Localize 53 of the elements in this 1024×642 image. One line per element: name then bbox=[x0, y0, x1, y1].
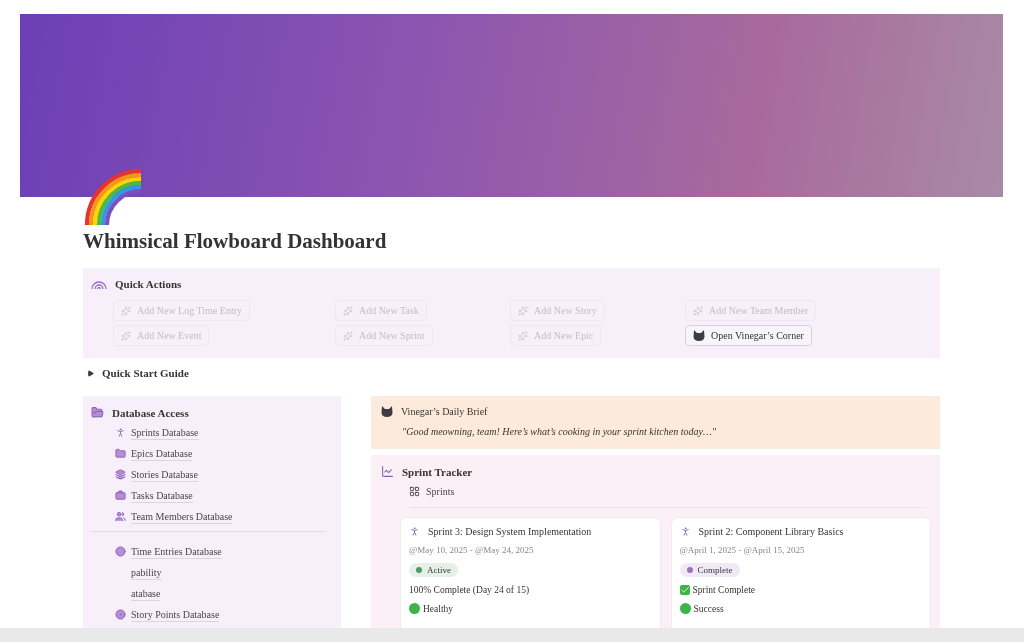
sparkle-icon bbox=[343, 330, 353, 341]
date-range: @April 1, 2025 - @April 15, 2025 bbox=[679, 545, 806, 555]
status-tag: Active bbox=[409, 563, 458, 577]
toggle-heading[interactable]: Quick Start Guide bbox=[83, 362, 940, 384]
sparkle-icon bbox=[121, 305, 131, 316]
triangle-icon bbox=[87, 369, 94, 377]
card-title[interactable]: Sprint 3: Design System Implementation bbox=[409, 526, 652, 537]
progress-text: Sprint Complete bbox=[692, 585, 756, 595]
status-circle-icon bbox=[679, 603, 691, 614]
database-icon bbox=[115, 469, 126, 480]
database-link[interactable]: pability bbox=[115, 562, 333, 583]
chart-icon bbox=[381, 465, 394, 478]
database-link[interactable]: Story Points Database bbox=[115, 604, 333, 625]
section-title: Database Access bbox=[112, 406, 189, 419]
rainbow-arc-icon bbox=[91, 279, 107, 289]
action-button[interactable]: Open Vinegar’s Corner bbox=[685, 325, 812, 346]
callout-title: Vinegar’s Daily Brief bbox=[401, 406, 488, 417]
cat-icon bbox=[693, 330, 705, 341]
database-link[interactable]: atabase bbox=[115, 583, 333, 604]
database-link[interactable]: Tasks Database bbox=[115, 485, 333, 506]
sparkle-icon bbox=[693, 305, 703, 316]
database-icon bbox=[115, 609, 126, 620]
sparkle-icon bbox=[518, 330, 528, 341]
progress-text: 100% Complete (Day 24 of 15) bbox=[409, 585, 530, 595]
sparkle-icon bbox=[121, 330, 131, 341]
database-icon bbox=[115, 546, 126, 557]
gallery-icon bbox=[409, 486, 420, 497]
health-text: Success bbox=[693, 603, 724, 614]
view-tab[interactable]: Sprints bbox=[409, 486, 455, 497]
database-link[interactable]: Team Members Database bbox=[115, 506, 333, 527]
date-range: @May 10, 2025 - @May 24, 2025 bbox=[409, 545, 535, 555]
database-link[interactable]: Sprints Database bbox=[115, 422, 333, 443]
status-tag: Complete bbox=[679, 563, 740, 577]
section-title: Sprint Tracker bbox=[402, 465, 473, 478]
database-link[interactable]: Epics Database bbox=[115, 443, 333, 464]
sparkle-icon bbox=[343, 305, 353, 316]
sprint-card[interactable]: Sprint 2: Component Library Basics @April 1, 2025 - @April 15, 2025 Complete Sprint Complete Success bbox=[671, 518, 930, 628]
health-text: Healthy bbox=[423, 603, 454, 614]
database-icon bbox=[115, 427, 126, 438]
folder-icon bbox=[91, 406, 104, 419]
page-title: Whimsical Flowboard Dashboard bbox=[83, 229, 388, 254]
database-link[interactable]: Time Entries Database bbox=[115, 541, 333, 562]
status-circle-icon bbox=[409, 603, 420, 614]
quote-text: "Good meowning, team! Here’s what’s cooking in your sprint kitchen today…" bbox=[402, 426, 717, 437]
database-icon bbox=[115, 511, 126, 522]
database-icon bbox=[115, 490, 126, 501]
card-title[interactable]: Sprint 2: Component Library Basics bbox=[679, 526, 922, 537]
sparkle-icon bbox=[518, 305, 528, 316]
database-icon bbox=[115, 448, 126, 459]
database-link[interactable]: Stories Database bbox=[115, 464, 333, 485]
sprint-card[interactable]: Sprint 3: Design System Implementation @May 10, 2025 - @May 24, 2025 Active 100% Complete (Day 24 of 15) Healthy bbox=[401, 518, 660, 628]
cat-icon bbox=[381, 406, 393, 417]
section-title: Quick Actions bbox=[115, 278, 182, 290]
